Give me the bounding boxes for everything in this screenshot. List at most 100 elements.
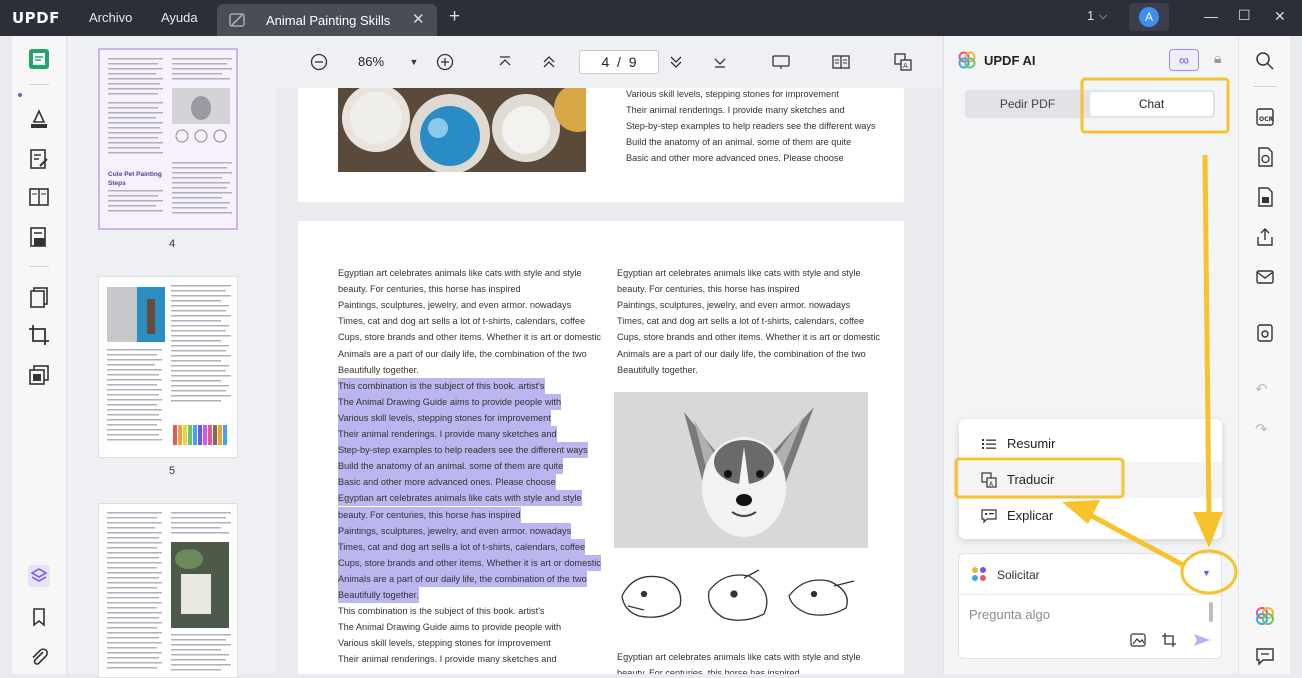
highlighted-text-line[interactable]: Egyptian art celebrates animals like cat… [338, 490, 582, 507]
highlighted-text-line[interactable]: Build the anatomy of an animal. some of … [338, 458, 564, 475]
highlighted-text-line[interactable]: The Animal Drawing Guide aims to provide… [338, 393, 562, 410]
first-page-icon[interactable] [495, 52, 515, 72]
chat-input[interactable]: Pregunta algo [969, 607, 1050, 622]
email-icon[interactable] [1255, 267, 1275, 287]
comment-icon[interactable] [28, 108, 50, 130]
presentation-icon[interactable] [771, 52, 791, 72]
document-viewer: Various skill levels, stepping stones fo… [276, 88, 942, 674]
send-icon[interactable] [1193, 632, 1211, 648]
lock-icon[interactable]: 🔒︎ [1214, 50, 1221, 67]
highlighted-text-line[interactable]: Basic and other more advanced ones. Plea… [338, 474, 556, 491]
left-toolbar [12, 36, 67, 674]
prompt-dropdown-icon[interactable]: ▼ [1202, 568, 1211, 578]
menu-archivo[interactable]: Archivo [89, 10, 132, 25]
crop-icon[interactable] [28, 324, 50, 346]
image-icon[interactable] [1130, 632, 1146, 648]
close-window-icon[interactable]: ✕ [1274, 8, 1286, 25]
close-tab-icon[interactable]: ✕ [412, 10, 425, 28]
thumbnail-page-6[interactable] [98, 503, 238, 678]
doc-text-line: beauty. For centuries, this horse has in… [617, 668, 800, 674]
translate-icon[interactable]: A [893, 52, 913, 72]
minimize-icon[interactable]: — [1204, 8, 1218, 24]
chevron-down-icon[interactable]: ⌵ [1099, 10, 1107, 23]
zoom-dropdown-icon[interactable]: ▼ [404, 52, 424, 72]
tab-chat[interactable]: Chat [1090, 92, 1213, 116]
protect-icon[interactable] [28, 364, 50, 386]
share-icon[interactable] [1255, 227, 1275, 247]
previous-page-icon[interactable] [539, 52, 559, 72]
zoom-level[interactable]: 86% [358, 54, 384, 69]
redo-icon[interactable]: ↷ [1255, 420, 1275, 440]
protect-file-icon[interactable] [1255, 187, 1275, 207]
tab-pedir-pdf[interactable]: Pedir PDF [965, 90, 1090, 118]
infinity-icon[interactable]: ∞ [1169, 49, 1199, 71]
chat-input-card: Solicitar ▼ Pregunta algo [958, 553, 1222, 659]
menu-item-traducir[interactable]: A Traducir [959, 462, 1222, 498]
doc-text-line: Egyptian art celebrates animals like cat… [338, 268, 582, 278]
translate-icon: A [981, 472, 997, 488]
new-tab-icon[interactable]: + [449, 6, 460, 28]
highlighted-text-line[interactable]: Step-by-step examples to help readers se… [338, 442, 588, 459]
organize-icon[interactable] [28, 186, 50, 208]
highlighted-text-line[interactable]: Cups, store brands and other items. Whet… [338, 554, 601, 571]
doc-text-line: Their animal renderings. I provide many … [626, 105, 845, 115]
svg-text:OCR: OCR [1259, 116, 1274, 123]
ocr-icon[interactable]: OCR [1255, 107, 1275, 127]
highlighted-text-line[interactable]: Beautifully together. [338, 587, 419, 604]
save-icon[interactable] [1255, 323, 1275, 343]
zoom-out-icon[interactable] [309, 52, 329, 72]
search-icon[interactable] [1255, 51, 1275, 71]
doc-text-line: Beautifully together. [338, 364, 419, 375]
bookmark-icon[interactable] [28, 606, 50, 628]
list-icon [982, 439, 996, 449]
doc-text-line: Step-by-step examples to help readers se… [626, 121, 876, 131]
menu-item-label: Explicar [1007, 508, 1054, 523]
form-icon[interactable] [28, 226, 50, 248]
next-page-icon[interactable] [666, 52, 686, 72]
divider [1253, 86, 1277, 87]
updf-ai-icon[interactable] [1255, 606, 1275, 626]
edit-pdf-icon[interactable] [28, 148, 50, 170]
thumbnail-page-4[interactable]: Cute Pet Painting Steps [98, 48, 238, 230]
doc-text-line: Animals are a part of our daily life, th… [617, 348, 866, 359]
menu-item-resumir[interactable]: Resumir [959, 426, 1222, 462]
doc-text-line: Egyptian art celebrates animals like cat… [617, 652, 861, 662]
thumbnail-page-number: 5 [168, 465, 176, 477]
menu-ayuda[interactable]: Ayuda [161, 10, 198, 25]
convert-icon[interactable] [1255, 147, 1275, 167]
page-tools-icon[interactable] [28, 286, 50, 308]
undo-icon[interactable]: ↶ [1255, 380, 1275, 400]
doc-text-line: Beautifully together. [617, 364, 698, 375]
prompt-grid-icon [972, 567, 986, 581]
zoom-in-icon[interactable] [435, 52, 455, 72]
screenshot-icon[interactable] [1161, 632, 1177, 648]
thumbnail-page-5[interactable] [98, 276, 238, 458]
solicitar-label[interactable]: Solicitar [997, 568, 1040, 582]
maximize-icon[interactable]: ☐ [1238, 7, 1251, 24]
comments-icon[interactable] [1255, 646, 1275, 666]
scrollbar[interactable] [1209, 602, 1213, 622]
divider [29, 84, 49, 85]
highlighted-text-line[interactable]: Various skill levels, stepping stones fo… [338, 409, 551, 426]
reader-icon[interactable] [28, 48, 50, 70]
document-tab[interactable]: Animal Painting Skills ✕ [217, 4, 437, 36]
page-number-input[interactable]: 4 / 9 [579, 50, 659, 74]
page-count-indicator[interactable]: 1 [1087, 8, 1094, 23]
account-button[interactable]: A [1129, 3, 1169, 31]
highlighted-text-line[interactable]: beauty. For centuries, this horse has in… [338, 506, 521, 523]
doc-text-line: The Animal Drawing Guide aims to provide… [338, 622, 562, 633]
attachment-icon[interactable] [28, 646, 50, 668]
highlighted-text-line[interactable]: Times, cat and dog art sells a lot of t-… [338, 538, 586, 555]
layers-icon[interactable] [28, 565, 50, 587]
highlighted-text-line[interactable]: Animals are a part of our daily life, th… [338, 570, 587, 587]
pdf-page-4: Egyptian art celebrates animals like cat… [298, 221, 904, 674]
highlighted-text-line[interactable]: This combination is the subject of this … [338, 377, 545, 394]
menu-item-explicar[interactable]: Explicar [959, 498, 1222, 534]
highlighted-text-line[interactable]: Their animal renderings. I provide many … [338, 426, 557, 443]
page-layout-icon[interactable] [831, 52, 851, 72]
highlighted-text-line[interactable]: Paintings, sculptures, jewelry, and even… [338, 522, 572, 539]
right-toolbar: OCR ↶ ↷ [1238, 36, 1290, 674]
active-indicator [18, 93, 22, 97]
last-page-icon[interactable] [710, 52, 730, 72]
doc-text-line: Animals are a part of our daily life, th… [338, 348, 587, 359]
